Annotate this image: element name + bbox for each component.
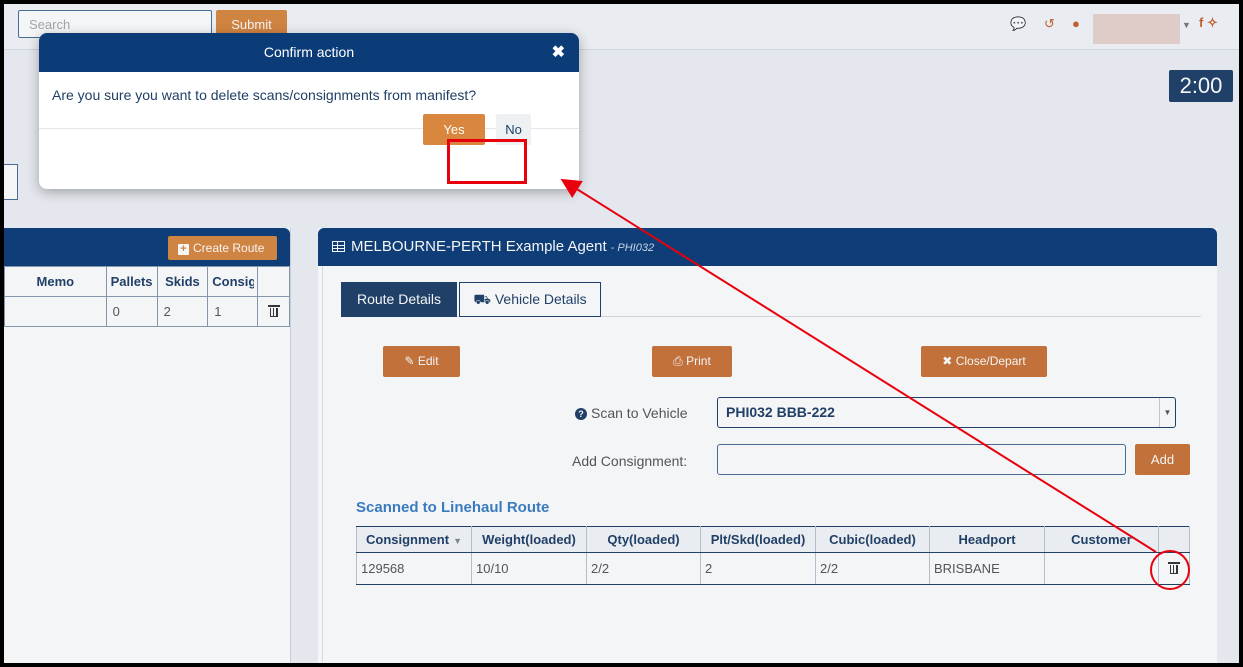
dialog-header: Confirm action ✖ xyxy=(39,33,579,72)
app-window: Submit 💬 ↺ ● ▼ f ✧ 2:00 +Create Route Me… xyxy=(0,0,1243,667)
yes-highlight-box xyxy=(447,139,527,184)
trash-highlight-circle xyxy=(1150,550,1190,590)
dialog-title: Confirm action xyxy=(263,44,355,60)
close-icon[interactable]: ✖ xyxy=(552,33,565,72)
